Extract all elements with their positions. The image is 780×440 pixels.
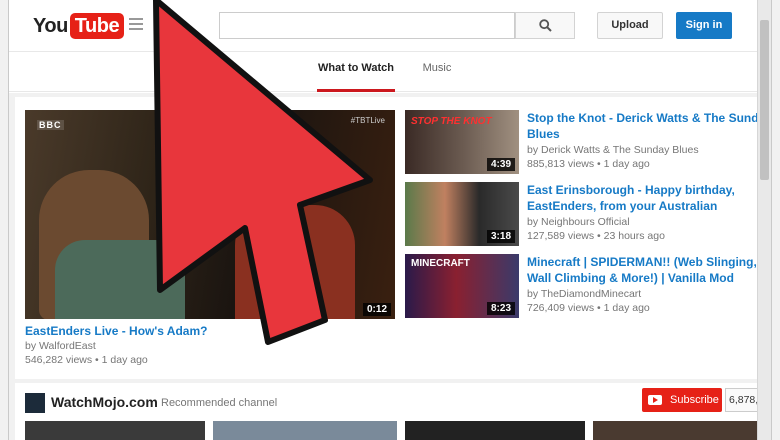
video-duration: 8:23 [486, 302, 515, 315]
video-duration: 3:18 [486, 230, 515, 243]
video-feed: BBC #TBTLive 0:12 EastEnders Live - How'… [15, 97, 771, 379]
shelf-video-thumbnail[interactable] [25, 421, 205, 440]
feed-tabs: What to Watch Music [9, 52, 759, 92]
logo-text-tube: Tube [69, 13, 125, 39]
video-stats: 885,813 views • 1 day ago [527, 158, 650, 170]
channel-avatar[interactable] [25, 393, 45, 413]
sign-in-button[interactable]: Sign in [676, 12, 732, 39]
subscribe-button[interactable]: Subscribe [642, 388, 722, 412]
video-thumbnail[interactable]: MINECRAFT 8:23 [405, 254, 519, 318]
video-thumbnail[interactable]: 3:18 [405, 182, 519, 246]
subscriber-count: 6,878, [725, 388, 761, 412]
logo-text-you: You [33, 14, 68, 37]
featured-duration: 0:12 [362, 303, 391, 316]
search-input[interactable] [219, 12, 515, 39]
featured-video-channel[interactable]: by WalfordEast [25, 339, 96, 353]
channel-name[interactable]: WatchMojo.com [51, 394, 158, 410]
video-channel[interactable]: by TheDiamondMinecart [527, 287, 641, 301]
video-channel[interactable]: by Neighbours Official [527, 215, 630, 229]
video-channel[interactable]: by Derick Watts & The Sunday Blues [527, 143, 699, 157]
video-duration: 4:39 [486, 158, 515, 171]
video-title-line2[interactable]: EastEnders, from your Australian [527, 198, 717, 214]
hashtag-overlay: #TBTLive [350, 116, 385, 125]
video-title[interactable]: Minecraft | SPIDERMAN!! (Web Slinging, [527, 254, 757, 270]
video-title[interactable]: East Erinsborough - Happy birthday, [527, 182, 735, 198]
bbc-badge: BBC [37, 120, 64, 130]
search-icon [538, 19, 552, 32]
featured-video-stats: 546,282 views • 1 day ago [25, 354, 148, 366]
shelf-video-thumbnail[interactable] [593, 421, 757, 440]
youtube-logo[interactable]: You Tube [33, 13, 125, 39]
thumb-figure-right [235, 205, 355, 319]
featured-video-thumbnail[interactable]: BBC #TBTLive 0:12 [25, 110, 395, 319]
thumb-overlay-text: MINECRAFT [411, 258, 470, 269]
search-button[interactable] [515, 12, 575, 39]
video-title-line2[interactable]: Blues [527, 126, 560, 142]
channel-subtitle: Recommended channel [161, 397, 278, 409]
shelf-video-thumbnail[interactable] [405, 421, 585, 440]
browser-page: You Tube Upload Sign in What to Watch Mu… [8, 0, 772, 440]
channel-shelf: WatchMojo.com Recommended channel Subscr… [15, 383, 761, 440]
main-content: BBC #TBTLive 0:12 EastEnders Live - How'… [9, 93, 771, 440]
thumb-overlay-text: STOP THE KNOT [411, 116, 492, 127]
scrollbar-thumb[interactable] [760, 20, 769, 180]
video-stats: 127,589 views • 23 hours ago [527, 230, 665, 242]
page-scrollbar[interactable] [757, 0, 771, 440]
youtube-play-icon [648, 395, 662, 405]
subscribe-label: Subscribe [670, 394, 719, 406]
guide-menu-icon[interactable] [129, 18, 143, 30]
upload-button[interactable]: Upload [597, 12, 663, 39]
shelf-video-thumbnail[interactable] [213, 421, 397, 440]
thumb-figure-left-body [55, 240, 185, 319]
tab-what-to-watch[interactable]: What to Watch [317, 52, 395, 92]
video-title-line2[interactable]: Wall Climbing & More!) | Vanilla Mod [527, 270, 734, 286]
tab-music[interactable]: Music [417, 52, 457, 92]
video-title[interactable]: Stop the Knot - Derick Watts & The Sunda… [527, 110, 771, 126]
video-thumbnail[interactable]: STOP THE KNOT 4:39 [405, 110, 519, 174]
masthead: You Tube Upload Sign in [9, 0, 759, 52]
featured-video-title[interactable]: EastEnders Live - How's Adam? [25, 323, 207, 339]
video-stats: 726,409 views • 1 day ago [527, 302, 650, 314]
